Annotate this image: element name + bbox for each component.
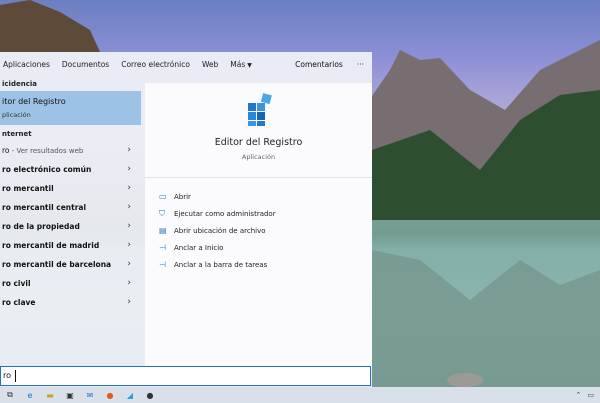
tab-more[interactable]: Más ▼ bbox=[230, 60, 252, 69]
web-result[interactable]: ro mercantil de barcelona › bbox=[0, 255, 141, 274]
web-result[interactable]: ro - Ver resultados web › bbox=[0, 141, 141, 160]
open-action[interactable]: ▭ Abrir bbox=[159, 188, 276, 205]
best-match-header: icidencia bbox=[2, 80, 37, 88]
text-cursor bbox=[15, 370, 16, 382]
search-input-value: ro bbox=[3, 371, 12, 380]
firefox-icon[interactable]: ● bbox=[100, 391, 120, 400]
registry-editor-icon bbox=[248, 93, 272, 126]
taskbar: ⧉ e ▬ ▣ ✉ ● ◢ ● ⌃ ▭ bbox=[0, 387, 600, 403]
app-title: Editor del Registro bbox=[214, 137, 303, 148]
pin-icon: ⊣ bbox=[159, 243, 166, 252]
store-icon[interactable]: ▣ bbox=[60, 391, 80, 400]
tab-documentos[interactable]: Documentos bbox=[62, 60, 109, 69]
more-options-icon[interactable]: ··· bbox=[357, 60, 364, 69]
chevron-down-icon: ▼ bbox=[247, 62, 252, 69]
pin-taskbar-action[interactable]: ⊣ Anclar a la barra de tareas bbox=[159, 256, 276, 273]
tab-web[interactable]: Web bbox=[202, 60, 218, 69]
chevron-right-icon: › bbox=[127, 297, 131, 307]
web-header: nternet bbox=[2, 130, 32, 138]
results-list: icidencia itor del Registro plicación nt… bbox=[0, 77, 141, 369]
telegram-icon[interactable]: ◢ bbox=[120, 391, 140, 400]
pin-taskbar-label: Anclar a la barra de tareas bbox=[174, 260, 268, 269]
github-icon[interactable]: ● bbox=[140, 391, 160, 400]
web-result-query: ro de la propiedad bbox=[2, 222, 80, 231]
file-explorer-icon[interactable]: ▬ bbox=[40, 391, 60, 400]
pin-start-action[interactable]: ⊣ Anclar a Inicio bbox=[159, 239, 276, 256]
file-location-icon: ▤ bbox=[159, 226, 167, 235]
web-result[interactable]: ro mercantil de madrid › bbox=[0, 236, 141, 255]
web-result-query: ro bbox=[2, 146, 10, 155]
web-result-query: ro electrónico común bbox=[2, 165, 92, 174]
chevron-right-icon: › bbox=[127, 259, 131, 269]
chevron-right-icon: › bbox=[127, 221, 131, 231]
chevron-right-icon: › bbox=[127, 278, 131, 288]
web-result-query: ro mercantil de barcelona bbox=[2, 260, 112, 269]
system-tray: ⌃ ▭ bbox=[576, 387, 595, 403]
app-detail-pane: Editor del Registro Aplicación ▭ Abrir ⛉ E… bbox=[145, 83, 372, 369]
run-as-admin-action[interactable]: ⛉ Ejecutar como administrador bbox=[159, 205, 276, 222]
app-type: Aplicación bbox=[241, 153, 276, 161]
open-icon: ▭ bbox=[159, 192, 167, 201]
run-as-admin-icon: ⛉ bbox=[159, 208, 165, 218]
web-result[interactable]: ro civil › bbox=[0, 274, 141, 293]
web-result[interactable]: ro mercantil central › bbox=[0, 198, 141, 217]
best-match-subtitle: plicación bbox=[2, 111, 31, 119]
task-view-icon[interactable]: ⧉ bbox=[0, 390, 20, 400]
web-result-query: ro civil bbox=[2, 279, 31, 288]
web-result[interactable]: ro mercantil › bbox=[0, 179, 141, 198]
feedback-link[interactable]: Comentarios bbox=[295, 60, 343, 69]
tab-correo[interactable]: Correo electrónico bbox=[121, 60, 190, 69]
chevron-right-icon: › bbox=[127, 164, 131, 174]
app-actions: ▭ Abrir ⛉ Ejecutar como administrador ▤ Abr… bbox=[159, 188, 276, 273]
web-result-query: ro mercantil de madrid bbox=[2, 241, 100, 250]
chevron-right-icon: › bbox=[127, 183, 131, 193]
search-scope-tabs: Aplicaciones Documentos Correo electróni… bbox=[0, 52, 372, 77]
file-location-label: Abrir ubicación de archivo bbox=[174, 226, 266, 235]
web-result[interactable]: ro clave › bbox=[0, 293, 141, 312]
network-icon[interactable]: ▭ bbox=[587, 391, 594, 399]
file-location-action[interactable]: ▤ Abrir ubicación de archivo bbox=[159, 222, 276, 239]
tab-more-label: Más bbox=[230, 60, 246, 69]
pin-start-label: Anclar a Inicio bbox=[174, 243, 224, 252]
pin-icon: ⊣ bbox=[159, 260, 166, 269]
search-input[interactable]: ro bbox=[0, 366, 371, 386]
chevron-right-icon: › bbox=[127, 202, 131, 212]
best-match-item[interactable]: itor del Registro plicación bbox=[0, 91, 141, 125]
web-result-query: ro clave bbox=[2, 298, 36, 307]
web-result[interactable]: ro de la propiedad › bbox=[0, 217, 141, 236]
web-result-query: ro mercantil bbox=[2, 184, 54, 193]
chevron-right-icon: › bbox=[127, 145, 131, 155]
run-as-admin-label: Ejecutar como administrador bbox=[174, 209, 276, 218]
divider bbox=[145, 177, 372, 178]
mail-icon[interactable]: ✉ bbox=[80, 391, 100, 400]
open-label: Abrir bbox=[174, 192, 191, 201]
topnav-right: Comentarios ··· bbox=[295, 52, 364, 77]
chevron-up-icon[interactable]: ⌃ bbox=[576, 391, 582, 399]
web-result-suffix: - Ver resultados web bbox=[9, 147, 84, 155]
search-panel: Aplicaciones Documentos Correo electróni… bbox=[0, 52, 372, 387]
tab-aplicaciones[interactable]: Aplicaciones bbox=[3, 60, 50, 69]
chevron-right-icon: › bbox=[127, 240, 131, 250]
web-result[interactable]: ro electrónico común › bbox=[0, 160, 141, 179]
edge-icon[interactable]: e bbox=[20, 391, 40, 400]
web-result-query: ro mercantil central bbox=[2, 203, 87, 212]
best-match-title: itor del Registro bbox=[2, 97, 66, 106]
